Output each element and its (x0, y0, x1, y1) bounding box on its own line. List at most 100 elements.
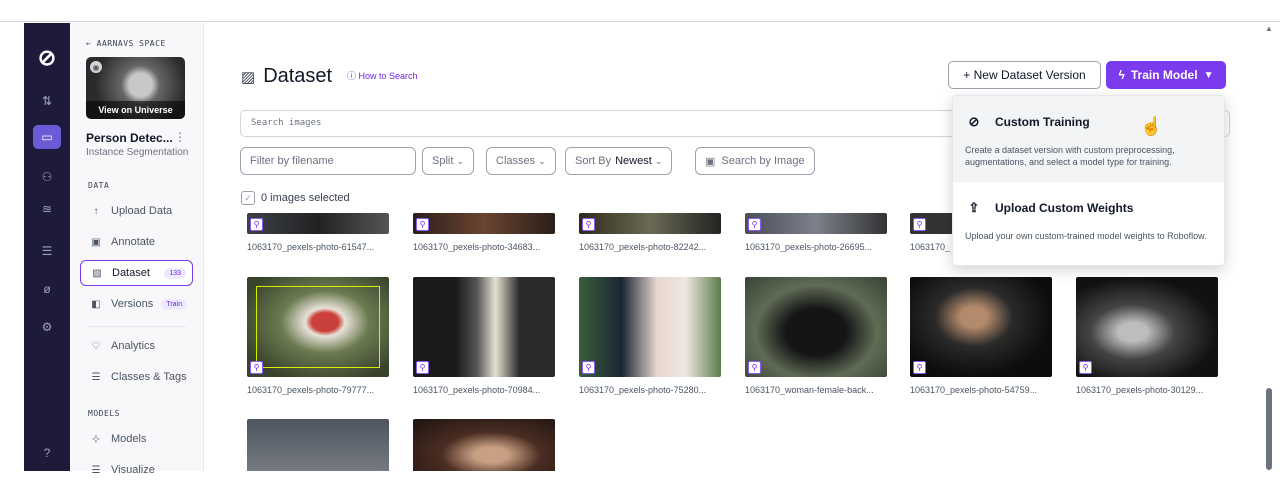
sidebar-item-label: Versions (111, 298, 154, 310)
image-thumbnail[interactable]: ⚲ (247, 277, 389, 377)
sidebar-item-visualize[interactable]: ☰ Visualize (80, 457, 193, 483)
page-title: Dataset (263, 65, 333, 87)
image-thumbnail[interactable]: ⚲ (413, 277, 555, 377)
image-card[interactable]: ⚲ (745, 213, 887, 234)
menu-item-upload-weights[interactable]: ⇪ Upload Custom Weights Upload your own … (953, 182, 1224, 266)
help-icon[interactable]: ? (33, 441, 61, 465)
workspace-name: AARNAVS SPACE (96, 39, 166, 48)
sort-dropdown[interactable]: Sort By Newest ⌄ (565, 147, 673, 175)
image-filename: 1063170_pexels-photo-34683... (413, 242, 541, 252)
sort-label: Sort By (575, 155, 612, 167)
segmentation-icon: ⚲ (1079, 361, 1092, 374)
image-filename-row: 1063170_pexels-photo-82242... (579, 238, 721, 252)
scrollbar-thumb[interactable] (1266, 388, 1272, 470)
selection-count: 0 images selected (261, 192, 350, 204)
image-filename-row: 1063170_pexels-photo-70984... (413, 381, 555, 395)
image-thumbnail[interactable]: ⚲ (247, 213, 389, 234)
analytics-icon: ♡ (91, 340, 101, 352)
graph-icon[interactable]: ⚇ (33, 165, 61, 189)
image-thumbnail[interactable]: ⚲ (745, 277, 887, 377)
image-card[interactable]: ⚲ (413, 213, 555, 234)
train-model-button[interactable]: ϟ Train Model ▼ (1106, 61, 1226, 89)
deploy-icon[interactable]: ☰ (33, 239, 61, 263)
image-thumbnail[interactable]: ⚲ (1076, 277, 1218, 377)
back-to-space-link[interactable]: ← AARNAVS SPACE (86, 39, 166, 48)
image-filename-row: 1063170_pexels-photo-26695... (745, 238, 887, 252)
checkbox[interactable]: ✓ (241, 191, 255, 205)
image-thumbnail[interactable]: ⚲ (579, 277, 721, 377)
image-filename-row: 1063170_pexels-photo-30129... (1076, 381, 1218, 395)
train-model-label: Train Model (1130, 68, 1198, 82)
versions-icon: ◧ (91, 298, 101, 310)
image-card[interactable]: ⚲ (579, 277, 721, 377)
image-filename: 1063170_pexels-photo-75280... (579, 385, 707, 395)
browser-top-band (0, 0, 1280, 22)
select-all[interactable]: ✓ 0 images selected (241, 191, 350, 205)
image-card[interactable]: ⚲ (1076, 277, 1218, 377)
hand-cursor-icon: ☝ (1140, 116, 1163, 136)
image-filename-row: 1063170_pexels-photo-34683... (413, 238, 555, 252)
upload-weights-description: Upload your own custom-trained model wei… (965, 231, 1207, 241)
models-section-label: MODELS (88, 409, 120, 418)
workflow-icon[interactable]: ≊ (33, 197, 61, 221)
image-card[interactable]: ⚲ (413, 277, 555, 377)
dataset-icon[interactable]: ▭ (33, 125, 61, 149)
image-filename-row: 1063170_pexels-photo-75280... (579, 381, 721, 395)
segmentation-icon: ⚲ (748, 361, 761, 374)
image-thumbnail[interactable] (247, 419, 389, 471)
image-card[interactable]: ⚲ (247, 213, 389, 234)
filename-filter-input[interactable]: Filter by filename (240, 147, 416, 175)
train-badge: Train (161, 298, 187, 310)
sidebar-item-label: Models (111, 433, 147, 445)
custom-training-description: Create a dataset version with custom pre… (965, 145, 1175, 167)
image-thumbnail[interactable]: ⚲ (745, 213, 887, 234)
split-dropdown[interactable]: Split ⌄ (422, 147, 475, 175)
image-thumbnail[interactable]: ⚲ (579, 213, 721, 234)
image-card[interactable] (413, 419, 555, 471)
image-thumbnail[interactable]: ⚲ (910, 277, 1052, 377)
sidebar-item-label: Visualize (111, 464, 155, 476)
image-card[interactable]: ⚲ (247, 277, 389, 377)
how-to-search-link[interactable]: ⓘ How to Search (347, 69, 418, 82)
segmentation-icon: ⚲ (748, 218, 761, 231)
sort-icon[interactable]: ⇅ (33, 89, 61, 113)
image-filename: 1063170_pexels-photo-30129... (1076, 385, 1204, 395)
sidebar-item-models[interactable]: ⊹ Models (80, 426, 193, 452)
sidebar-item-classes-tags[interactable]: ☰ Classes & Tags (80, 364, 193, 390)
sidebar-item-analytics[interactable]: ♡ Analytics (80, 333, 193, 359)
image-thumbnail[interactable] (413, 419, 555, 471)
image-thumbnail[interactable]: ⚲ (413, 213, 555, 234)
sidebar-item-dataset[interactable]: ▨ Dataset 133 (80, 260, 193, 286)
sidebar-item-label: Dataset (112, 267, 150, 279)
scroll-up-arrow-icon[interactable]: ▲ (1265, 24, 1273, 33)
roboflow-logo-icon[interactable]: ⊘ (34, 45, 60, 71)
sidebar-item-label: Annotate (111, 236, 156, 248)
classes-label: Classes (496, 155, 536, 167)
project-sidebar: ← AARNAVS SPACE ◉ View on Universe Perso… (70, 23, 204, 476)
classes-dropdown[interactable]: Classes ⌄ (486, 147, 556, 175)
new-dataset-version-button[interactable]: + New Dataset Version (948, 61, 1101, 89)
image-card[interactable]: ⚲ (910, 277, 1052, 377)
project-thumbnail[interactable]: ◉ View on Universe (86, 57, 185, 119)
segmentation-icon: ⚲ (250, 218, 263, 231)
image-card[interactable]: ⚲ (745, 277, 887, 377)
view-on-universe-button[interactable]: View on Universe (86, 101, 185, 119)
data-section-label: DATA (88, 181, 110, 190)
sidebar-item-versions[interactable]: ◧ Versions Train (80, 291, 193, 317)
edit-icon[interactable]: ø (33, 277, 61, 301)
chevron-down-icon: ⌄ (456, 155, 465, 166)
image-card[interactable]: ⚲ (579, 213, 721, 234)
project-menu-icon[interactable]: ⋮ (174, 130, 186, 144)
train-model-menu: ⊘ Custom Training Create a dataset versi… (952, 95, 1225, 266)
search-by-image-button[interactable]: ▣ Search by Image (695, 147, 815, 175)
menu-item-custom-training[interactable]: ⊘ Custom Training Create a dataset versi… (953, 96, 1224, 182)
settings-icon[interactable]: ⚙ (33, 315, 61, 339)
image-filename: 1063170_pexels-photo-54759... (910, 385, 1038, 395)
image-card[interactable] (247, 419, 389, 471)
lightning-icon: ϟ (1118, 68, 1125, 82)
dataset-icon: ▨ (241, 68, 256, 86)
upload-icon: ↑ (93, 205, 99, 217)
sidebar-item-annotate[interactable]: ▣ Annotate (80, 229, 193, 255)
sort-value: Newest (615, 155, 652, 167)
sidebar-item-upload-data[interactable]: ↑ Upload Data (80, 198, 193, 224)
